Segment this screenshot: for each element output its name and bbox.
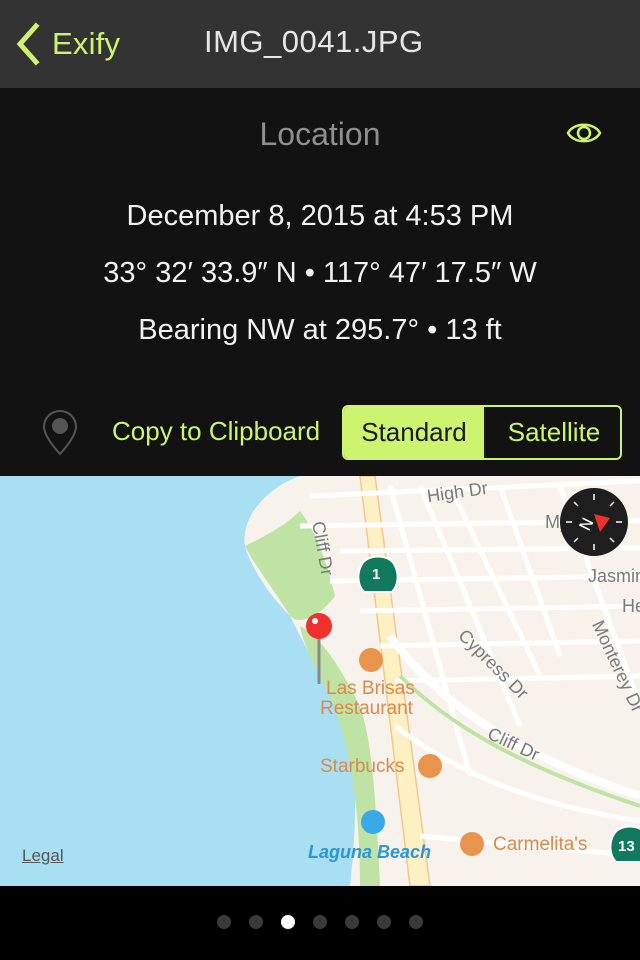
back-button[interactable]: Exify	[14, 22, 120, 66]
section-title: Location	[259, 116, 381, 152]
beach-umbrella-icon	[361, 810, 385, 834]
coordinates-text: 33° 32′ 33.9″ N • 117° 47′ 17.5″ W	[103, 257, 537, 289]
location-panel: Location December 8, 2015 at 4:53 PM 33°…	[0, 88, 640, 476]
copy-to-clipboard-button[interactable]: Copy to Clipboard	[112, 416, 320, 447]
page-footer	[0, 886, 640, 960]
page-dot[interactable]	[345, 915, 359, 929]
highway-13-number: 13	[618, 838, 635, 855]
page-dot[interactable]	[217, 915, 231, 929]
street-label: Jasmine	[588, 566, 640, 586]
cafe-icon	[418, 754, 442, 778]
bearing-text: Bearing NW at 295.7° • 13 ft	[138, 314, 502, 346]
legal-link[interactable]: Legal	[22, 846, 64, 866]
page-dot[interactable]	[281, 915, 295, 929]
nav-title: IMG_0041.JPG	[204, 24, 424, 59]
poi-label[interactable]: Las Brisas	[326, 678, 415, 700]
page-dot[interactable]	[313, 915, 327, 929]
page-dot[interactable]	[377, 915, 391, 929]
poi-label[interactable]: Starbucks	[320, 756, 404, 778]
dropped-pin[interactable]	[306, 613, 332, 639]
eye-icon[interactable]	[566, 120, 602, 146]
page-dot[interactable]	[409, 915, 423, 929]
segment-standard[interactable]: Standard	[344, 407, 484, 458]
highway-1-number: 1	[372, 566, 381, 583]
poi-label[interactable]: Laguna Beach	[308, 842, 431, 863]
chevron-left-icon	[16, 22, 40, 66]
restaurant-icon-2	[460, 832, 484, 856]
map-pin-icon[interactable]	[40, 408, 80, 458]
map-view[interactable]: High Dr Cliff Dr Myrtle St Jasmine He Cy…	[0, 476, 640, 886]
segment-satellite[interactable]: Satellite	[484, 407, 620, 458]
page-dot[interactable]	[249, 915, 263, 929]
datetime-text: December 8, 2015 at 4:53 PM	[126, 200, 514, 232]
page-indicator	[0, 915, 640, 929]
street-label: He	[622, 596, 640, 616]
poi-label[interactable]: Carmelita's	[493, 834, 587, 856]
compass-icon[interactable]: N	[560, 488, 628, 556]
poi-label[interactable]: Restaurant	[320, 698, 413, 720]
back-label: Exify	[52, 26, 121, 61]
restaurant-icon	[359, 648, 383, 672]
map-type-segmented-control: Standard Satellite	[342, 405, 622, 460]
navigation-bar: Exify IMG_0041.JPG	[0, 0, 640, 88]
